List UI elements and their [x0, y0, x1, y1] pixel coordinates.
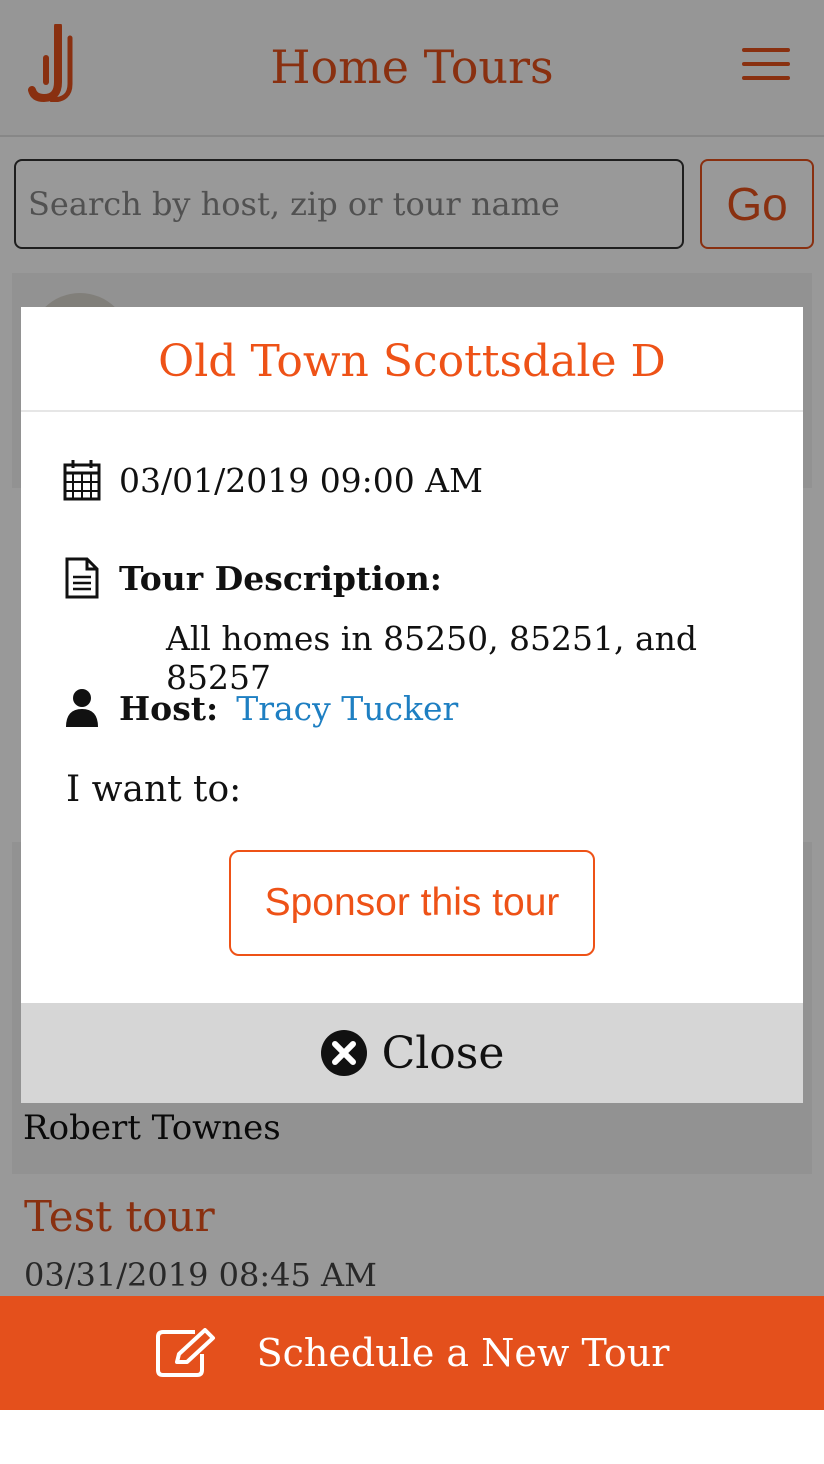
close-button[interactable]: Close: [21, 1003, 803, 1103]
calendar-icon: [63, 460, 101, 501]
schedule-new-tour-button[interactable]: Schedule a New Tour: [0, 1296, 824, 1410]
tour-description-text: All homes in 85250, 85251, and 85257: [166, 619, 698, 697]
close-label: Close: [381, 1027, 505, 1079]
close-circle-icon: [320, 1030, 367, 1076]
sponsor-tour-button[interactable]: Sponsor this tour: [229, 850, 595, 956]
document-icon: [65, 557, 99, 599]
tour-date-text: 03/01/2019 09:00 AM: [119, 460, 483, 500]
host-label: Host:: [119, 688, 219, 728]
edit-icon: [155, 1328, 215, 1377]
user-icon: [66, 689, 98, 727]
home-tours-screen: Home Tours Go Robert Townes Test tour 03…: [0, 0, 824, 1410]
tour-date-row: 03/01/2019 09:00 AM: [63, 459, 483, 501]
tour-details-modal: Old Town Scottsdale D 03/01/2019 09:00 A…: [21, 307, 803, 1103]
tour-host-row: Host: Tracy Tucker: [63, 687, 458, 729]
host-name-link[interactable]: Tracy Tucker: [236, 689, 458, 728]
schedule-new-tour-label: Schedule a New Tour: [256, 1331, 670, 1375]
tour-description-row: Tour Description:: [63, 557, 442, 599]
want-to-label: I want to:: [66, 769, 242, 810]
tour-description-label: Tour Description:: [119, 558, 442, 598]
modal-title: Old Town Scottsdale D: [21, 307, 803, 412]
